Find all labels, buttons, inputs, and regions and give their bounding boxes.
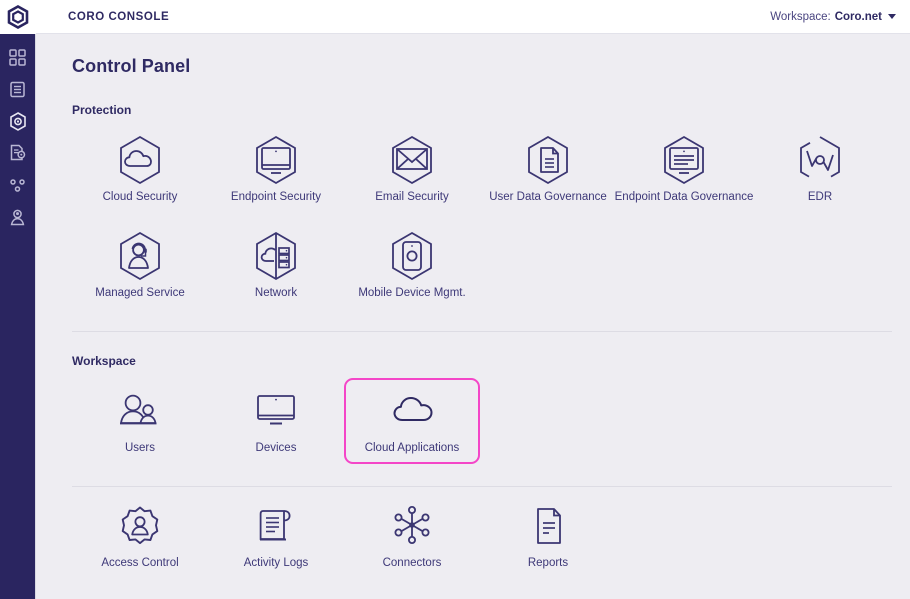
tile-label: Users	[125, 442, 155, 456]
tile-network[interactable]: Network	[208, 223, 344, 309]
workspace-row-1: Users Devices	[72, 374, 892, 468]
app-brand: CORO CONSOLE	[68, 11, 169, 23]
network-nodes-icon	[9, 177, 26, 194]
tile-cloud-security[interactable]: Cloud Security	[72, 127, 208, 213]
sidebar-item-reports[interactable]	[0, 137, 36, 169]
page-title: Control Panel	[72, 34, 892, 81]
tile-endpoint-data-governance[interactable]: Endpoint Data Governance	[616, 127, 752, 213]
coro-console-window: CORO CONSOLE Workspace: Coro.net Control…	[0, 0, 910, 599]
tile-label: Cloud Applications	[365, 442, 460, 456]
users-group-icon	[116, 387, 164, 435]
tile-label: Network	[255, 287, 297, 301]
gear-user-icon	[116, 502, 164, 550]
hexagon-text-lines-icon	[660, 136, 708, 184]
content-inner: Control Panel Protection Cloud Security	[36, 34, 910, 583]
tile-label: Devices	[256, 442, 297, 456]
list-document-icon	[9, 81, 26, 98]
coro-hexagon-logo[interactable]	[0, 0, 36, 34]
hexagon-cloud-server-icon	[252, 232, 300, 280]
tile-users[interactable]: Users	[72, 378, 208, 464]
tile-edr[interactable]: EDR	[752, 127, 888, 213]
section-divider-2	[72, 486, 892, 487]
workspace-value: Coro.net	[835, 11, 882, 23]
document-settings-icon	[9, 144, 26, 162]
sidebar-item-connectors[interactable]	[0, 169, 36, 201]
tile-reports[interactable]: Reports	[480, 493, 616, 579]
tile-label: Managed Service	[95, 287, 185, 301]
sidebar-item-dashboard[interactable]	[0, 41, 36, 73]
tile-activity-logs[interactable]: Activity Logs	[208, 493, 344, 579]
protection-row-2: Managed Service	[72, 219, 892, 313]
section-divider-1	[72, 331, 892, 332]
tile-label: Mobile Device Mgmt.	[358, 287, 465, 301]
monitor-icon	[252, 387, 300, 435]
tile-label: Reports	[528, 557, 568, 571]
workspace-selector[interactable]: Workspace: Coro.net	[770, 11, 896, 23]
tile-cloud-applications[interactable]: Cloud Applications	[344, 378, 480, 464]
section-title-workspace: Workspace	[72, 354, 892, 368]
tile-label: User Data Governance	[489, 191, 607, 205]
tile-mobile-device-mgmt[interactable]: Mobile Device Mgmt.	[344, 223, 480, 309]
tile-connectors[interactable]: Connectors	[344, 493, 480, 579]
top-header: CORO CONSOLE Workspace: Coro.net	[36, 0, 910, 34]
user-profile-icon	[9, 208, 26, 226]
tile-devices[interactable]: Devices	[208, 378, 344, 464]
workspace-label: Workspace:	[770, 11, 831, 23]
tile-managed-service[interactable]: Managed Service	[72, 223, 208, 309]
workspace-row-2: Access Control	[72, 489, 892, 583]
section-title-protection: Protection	[72, 103, 892, 117]
hexagon-headset-agent-icon	[116, 232, 164, 280]
hexagon-envelope-icon	[388, 136, 436, 184]
hexagon-cloud-icon	[116, 136, 164, 184]
tile-label: EDR	[808, 191, 832, 205]
hexagon-mobile-icon	[388, 232, 436, 280]
sidebar-item-users[interactable]	[0, 201, 36, 233]
tile-label: Email Security	[375, 191, 449, 205]
tile-label: Activity Logs	[244, 557, 309, 571]
sidebar	[0, 0, 36, 599]
hexagon-document-icon	[524, 136, 572, 184]
tile-endpoint-security[interactable]: Endpoint Security	[208, 127, 344, 213]
tile-email-security[interactable]: Email Security	[344, 127, 480, 213]
hexagon-pulse-icon	[796, 136, 844, 184]
tile-user-data-governance[interactable]: User Data Governance	[480, 127, 616, 213]
sidebar-item-control-panel[interactable]	[0, 105, 36, 137]
scroll-log-icon	[252, 502, 300, 550]
tile-label: Connectors	[383, 557, 442, 571]
tile-label: Cloud Security	[103, 191, 178, 205]
tile-label: Endpoint Security	[231, 191, 321, 205]
hub-network-icon	[388, 502, 436, 550]
hexagon-monitor-icon	[252, 136, 300, 184]
cloud-icon	[388, 387, 436, 435]
chevron-down-icon	[888, 14, 896, 19]
content-scroll-area[interactable]: Control Panel Protection Cloud Security	[36, 34, 910, 599]
sidebar-item-tickets[interactable]	[0, 73, 36, 105]
tile-label: Access Control	[101, 557, 178, 571]
tile-label: Endpoint Data Governance	[615, 191, 754, 205]
dashboard-grid-icon	[9, 49, 26, 66]
tile-access-control[interactable]: Access Control	[72, 493, 208, 579]
main-column: CORO CONSOLE Workspace: Coro.net Control…	[36, 0, 910, 599]
hexagon-target-icon	[9, 112, 27, 131]
document-page-icon	[524, 502, 572, 550]
sidebar-nav	[0, 34, 35, 233]
protection-row-1: Cloud Security Endpoint	[72, 123, 892, 217]
